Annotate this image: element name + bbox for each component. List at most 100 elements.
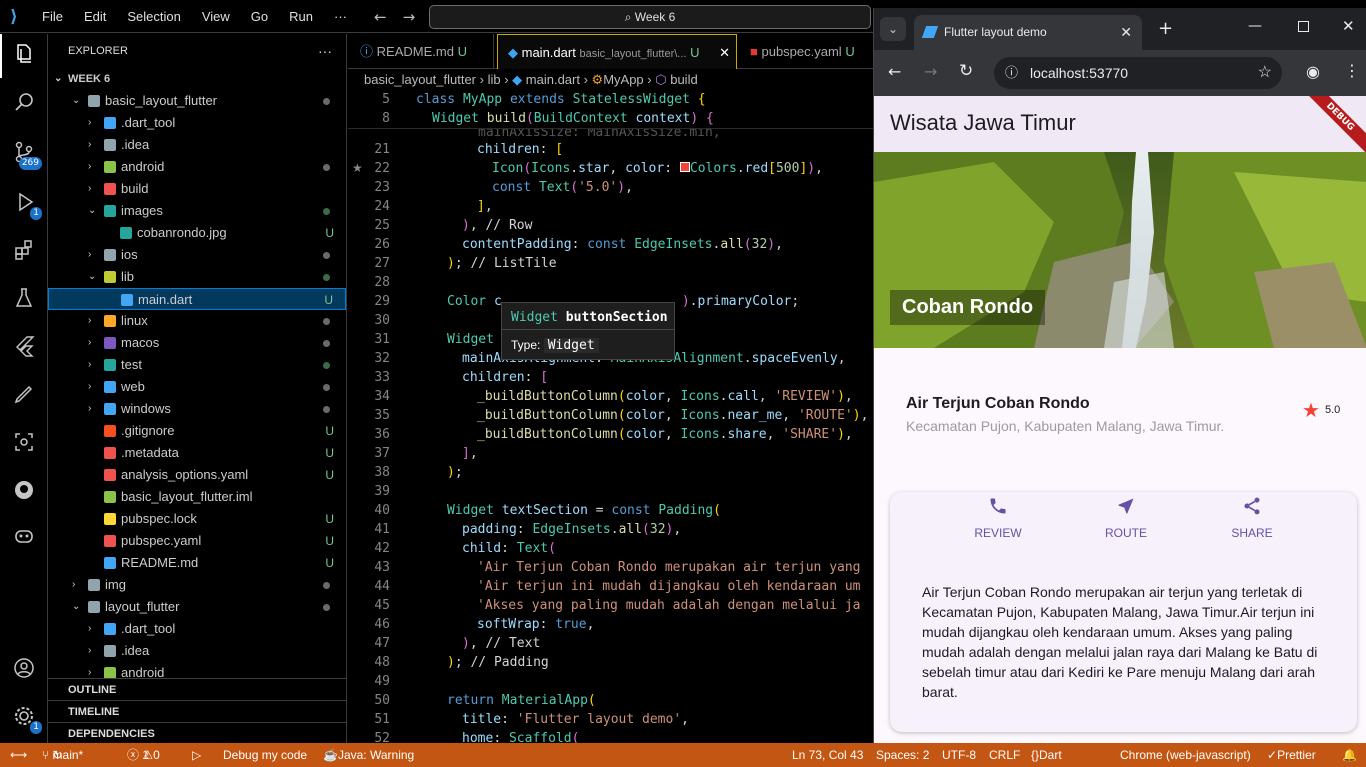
code-area[interactable]: 5 class MyApp extends StatelessWidget { … (348, 91, 873, 743)
menu-file[interactable]: File (42, 9, 63, 24)
tree-folder[interactable]: › .dart_tool (48, 618, 346, 640)
chevron-right-icon[interactable]: › (88, 244, 91, 266)
tree-folder[interactable]: ⌄ images (48, 200, 346, 222)
code-line[interactable]: 'Air Terjun Coban Rondo merupakan air te… (477, 560, 861, 575)
bookmark-star-icon[interactable]: ☆ (1258, 57, 1272, 89)
code-line[interactable]: ), // Text (462, 636, 540, 651)
site-info-icon[interactable]: ⓘ (1005, 57, 1018, 89)
prettier-status[interactable]: ✓ Prettier (1267, 743, 1316, 767)
close-icon[interactable]: ✕ (719, 35, 730, 69)
tree-file[interactable]: analysis_options.yaml U (48, 464, 346, 486)
workspace-root[interactable]: ⌄ WEEK 6 (48, 68, 346, 90)
chevron-right-icon[interactable]: › (88, 640, 91, 662)
tree-folder[interactable]: › .idea (48, 134, 346, 156)
chevron-right-icon[interactable]: › (88, 178, 91, 200)
debug-icon[interactable]: ▷ (192, 743, 201, 767)
chevron-down-icon[interactable]: ⌄ (88, 200, 96, 222)
profile-icon[interactable]: ◉ (1306, 62, 1320, 81)
copilot-icon[interactable] (10, 524, 38, 552)
menu-go[interactable]: Go (251, 9, 268, 24)
encoding[interactable]: UTF-8 (942, 743, 976, 767)
chevron-right-icon[interactable]: › (88, 618, 91, 640)
menu-selection[interactable]: Selection (127, 9, 180, 24)
code-line[interactable]: contentPadding: const EdgeInsets.all(32)… (462, 237, 783, 252)
code-line[interactable]: ], (462, 446, 478, 461)
forward-arrow-icon[interactable]: → (403, 8, 416, 26)
back-icon[interactable]: ← (888, 62, 901, 81)
code-line[interactable]: _buildButtonColumn(color, Icons.call, 'R… (477, 389, 853, 404)
tree-folder[interactable]: › web (48, 376, 346, 398)
problems-indicator[interactable]: ⓧ 1 ⚠ 0 (127, 743, 160, 767)
menu-view[interactable]: View (202, 9, 230, 24)
minimize-icon[interactable]: — (1248, 18, 1262, 34)
search-icon[interactable] (10, 90, 38, 118)
notifications-bell-icon[interactable]: 🔔 (1342, 743, 1357, 767)
breadcrumb-item[interactable]: lib (488, 72, 501, 87)
source-control-icon[interactable]: 269 (10, 140, 42, 170)
chevron-right-icon[interactable]: › (88, 134, 91, 156)
cursor-position[interactable]: Ln 73, Col 43 (792, 743, 863, 767)
more-actions-icon[interactable]: ··· (318, 34, 332, 68)
chevron-down-icon[interactable]: ⌄ (72, 596, 80, 618)
tree-file[interactable]: pubspec.yaml U (48, 530, 346, 552)
review-button[interactable]: REVIEW (958, 492, 1038, 540)
code-line[interactable]: _buildButtonColumn(color, Icons.near_me,… (477, 408, 868, 423)
code-line[interactable]: return MaterialApp( (447, 693, 596, 708)
tree-file[interactable]: cobanrondo.jpg U (48, 222, 346, 244)
device-selector[interactable]: Chrome (web-javascript) (1120, 743, 1251, 767)
explorer-files-icon[interactable] (10, 42, 38, 70)
tree-file[interactable]: basic_layout_flutter.iml (48, 486, 346, 508)
tree-folder[interactable]: › test (48, 354, 346, 376)
breadcrumb-item[interactable]: main.dart (526, 72, 580, 87)
tree-folder[interactable]: › .idea (48, 640, 346, 662)
settings-gear-icon[interactable]: 1 (10, 704, 42, 734)
tree-folder[interactable]: ⌄ basic_layout_flutter (48, 90, 346, 112)
code-line[interactable]: _buildButtonColumn(color, Icons.share, '… (477, 427, 853, 442)
flutter-icon[interactable] (10, 334, 38, 362)
timeline-section[interactable]: TIMELINE (48, 700, 346, 722)
tab-readme[interactable]: ⓘ README.md U (348, 34, 494, 69)
tree-folder[interactable]: › build (48, 178, 346, 200)
menu-more[interactable]: ··· (334, 9, 347, 24)
chevron-right-icon[interactable]: › (88, 156, 91, 178)
menu-edit[interactable]: Edit (84, 9, 106, 24)
chevron-right-icon[interactable]: › (88, 376, 91, 398)
code-line[interactable]: child: Text( (462, 541, 556, 556)
chevron-down-icon[interactable]: ⌄ (72, 90, 80, 112)
code-line[interactable]: 'Akses yang paling mudah adalah dengan m… (477, 598, 861, 613)
tab-search-icon[interactable]: ⌄ (880, 17, 906, 41)
tab-pubspec[interactable]: ■ pubspec.yaml U (740, 34, 873, 69)
close-tab-icon[interactable]: ✕ (1120, 15, 1132, 50)
code-line[interactable]: ), // Row (462, 218, 532, 233)
tree-folder[interactable]: › windows (48, 398, 346, 420)
breadcrumb-item[interactable]: MyApp (603, 72, 643, 87)
code-line[interactable]: const Text('5.0'), (492, 180, 633, 195)
browser-menu-icon[interactable]: ⋮ (1344, 61, 1360, 80)
address-bar[interactable]: ⓘ localhost:53770 ☆ (994, 57, 1282, 89)
code-line[interactable]: title: 'Flutter layout demo', (462, 712, 689, 727)
code-line[interactable]: Widget textSection = const Padding( (447, 503, 721, 518)
tree-file[interactable]: pubspec.lock U (48, 508, 346, 530)
chevron-right-icon[interactable]: › (88, 112, 91, 134)
code-line[interactable]: ); // Padding (447, 655, 549, 670)
breadcrumb-item[interactable]: basic_layout_flutter (364, 72, 476, 87)
breadcrumb-item[interactable]: build (670, 72, 697, 87)
code-line[interactable]: ); // ListTile (447, 256, 557, 271)
new-tab-icon[interactable]: + (1158, 18, 1173, 39)
chevron-right-icon[interactable]: › (88, 398, 91, 420)
chevron-right-icon[interactable]: › (88, 332, 91, 354)
run-debug-icon[interactable]: 1 (10, 190, 42, 220)
tree-folder[interactable]: › ios (48, 244, 346, 266)
remote-scan-icon[interactable] (10, 430, 38, 458)
close-window-icon[interactable]: ✕ (1342, 17, 1355, 35)
account-icon[interactable] (10, 656, 38, 684)
tree-file[interactable]: .gitignore U (48, 420, 346, 442)
tree-folder[interactable]: › linux (48, 310, 346, 332)
tree-folder[interactable]: ⌄ layout_flutter (48, 596, 346, 618)
code-line[interactable]: 'Air terjun ini mudah dijangkau oleh ken… (477, 579, 861, 594)
outline-section[interactable]: OUTLINE (48, 678, 346, 700)
menu-run[interactable]: Run (289, 9, 313, 24)
code-line[interactable]: home: Scaffold( (462, 731, 579, 743)
language-mode[interactable]: {} Dart (1031, 743, 1062, 767)
code-line[interactable]: Icon(Icons.star, color: Colors.red[500])… (492, 161, 823, 176)
